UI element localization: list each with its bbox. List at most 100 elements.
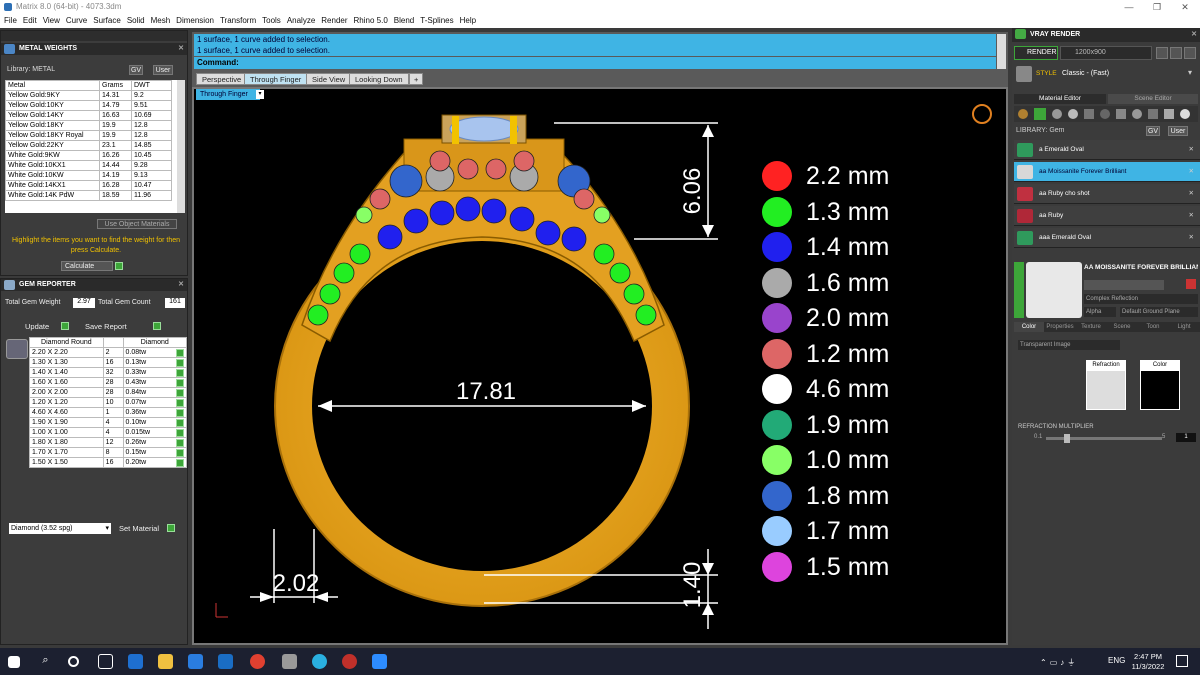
table-row[interactable]: 1.40 X 1.40 32 0.33tw [29,367,188,378]
table-row[interactable]: White Gold:10KX1 14.44 9.28 [5,160,172,171]
zoom-icon[interactable] [372,654,387,669]
row-select-icon[interactable] [176,399,184,407]
remove-icon[interactable]: ✕ [1189,184,1194,204]
table-row[interactable]: Yellow Gold:10KY 14.79 9.51 [5,100,172,111]
menu-item[interactable]: Edit [23,16,37,25]
close-icon[interactable]: ✕ [1191,28,1197,42]
menu-item[interactable]: Analyze [287,16,315,25]
table-row[interactable]: Yellow Gold:14KY 16.63 10.69 [5,110,172,121]
calculate-button[interactable]: Calculate [61,261,113,271]
minimize-button[interactable]: — [1116,0,1142,14]
table-row[interactable]: 2.00 X 2.00 28 0.84tw [29,387,188,398]
material-tools[interactable] [1084,280,1164,290]
language-indicator[interactable]: ENG [1108,656,1125,665]
menu-item[interactable]: T-Splines [420,16,453,25]
table-row[interactable]: White Gold:14KX1 16.28 10.47 [5,180,172,191]
library-item[interactable]: aa Ruby cho shot ✕ [1014,184,1200,204]
viewport[interactable]: Through Finger ▾ 6.06 17.81 2.02 1.40 2.… [192,87,1008,645]
table-row[interactable]: Yellow Gold:18KY Royal 19.9 12.8 [5,130,172,141]
table-row[interactable]: 1.30 X 1.30 16 0.13tw [29,357,188,368]
set-material-button[interactable]: Set Material [119,524,159,533]
save-report-button[interactable]: Save Report [85,322,127,331]
collapse-handle[interactable] [1014,262,1024,318]
subtab[interactable]: Scene [1107,322,1137,332]
camera-icon[interactable] [1170,47,1182,59]
skin-icon[interactable] [1164,109,1174,119]
column-header[interactable]: DWT [131,80,172,91]
material-type-select[interactable]: Complex Reflection [1084,294,1198,304]
menu-item[interactable]: Dimension [176,16,214,25]
table-row[interactable]: 1.90 X 1.90 4 0.10tw [29,417,188,428]
row-select-icon[interactable] [176,449,184,457]
row-select-icon[interactable] [176,409,184,417]
clock-date[interactable]: 11/3/2022 [1130,662,1166,671]
settings-icon[interactable] [1184,47,1196,59]
remove-icon[interactable]: ✕ [1189,162,1194,182]
close-icon[interactable]: ✕ [178,43,184,55]
save-icon[interactable] [1156,47,1168,59]
refraction-swatch[interactable] [1086,370,1126,410]
transparent-image-select[interactable]: Transparent Image [1018,340,1120,350]
paint-icon[interactable] [1116,109,1126,119]
menu-item[interactable]: Blend [394,16,414,25]
cortana-icon[interactable] [68,656,79,667]
clock-time[interactable]: 2:47 PM [1130,652,1166,661]
row-select-icon[interactable] [176,349,184,357]
row-select-icon[interactable] [176,429,184,437]
render-button[interactable]: RENDER [1014,46,1058,60]
alpha-field[interactable]: Alpha [1084,307,1116,317]
row-select-icon[interactable] [176,439,184,447]
resolution-field[interactable]: 1200x900 [1060,46,1152,60]
ring-icon[interactable] [972,104,992,124]
column-header[interactable] [102,337,124,348]
close-icon[interactable]: ✕ [178,279,184,291]
notifications-icon[interactable] [1176,655,1188,667]
glass-icon[interactable] [1132,109,1142,119]
slider-thumb[interactable] [1064,434,1070,443]
remove-icon[interactable]: ✕ [1189,206,1194,226]
update-button[interactable]: Update [25,322,49,331]
tab-material-editor[interactable]: Material Editor [1014,94,1106,104]
subtab[interactable]: Light [1169,322,1199,332]
metal-icon[interactable] [1100,109,1110,119]
set-material-go-icon[interactable] [167,524,175,532]
library-item[interactable]: aaa Emerald Oval ✕ [1014,228,1200,248]
gv-button[interactable]: GV [1146,126,1160,136]
row-select-icon[interactable] [176,419,184,427]
table-row[interactable]: 1.50 X 1.50 16 0.20tw [29,457,188,468]
color-swatch[interactable] [1140,370,1180,410]
use-object-materials-checkbox[interactable]: Use Object Materials [97,219,177,229]
metal-table-scrollbar[interactable] [177,80,185,213]
tab-through-finger[interactable]: Through Finger [244,73,308,85]
material-select[interactable]: Diamond (3.52 spg) ▾ [9,523,111,534]
row-select-icon[interactable] [176,459,184,467]
delete-icon[interactable] [1186,279,1196,289]
ground-plane-select[interactable]: Default Ground Plane [1120,307,1198,317]
close-button[interactable]: ✕ [1172,0,1198,14]
table-row[interactable]: 2.20 X 2.20 2 0.08tw [29,347,188,358]
table-row[interactable]: 1.80 X 1.80 12 0.26tw [29,437,188,448]
row-select-icon[interactable] [176,359,184,367]
texture-icon[interactable] [1084,109,1094,119]
table-row[interactable]: 1.70 X 1.70 8 0.15tw [29,447,188,458]
table-row[interactable]: 1.60 X 1.60 28 0.43tw [29,377,188,388]
windows-start-icon[interactable] [8,656,20,668]
user-button[interactable]: User [153,65,173,75]
table-row[interactable]: White Gold:10KW 14.19 9.13 [5,170,172,181]
tray-icons[interactable]: ⌃▭♪⏚ [1040,657,1100,667]
user-button[interactable]: User [1168,126,1188,136]
table-row[interactable]: White Gold:9KW 16.26 10.45 [5,150,172,161]
update-go-icon[interactable] [61,322,69,330]
command-input[interactable]: Command: [194,57,996,69]
chrome-icon[interactable] [1068,109,1078,119]
table-row[interactable]: Yellow Gold:22KY 23.1 14.85 [5,140,172,151]
tab-add[interactable]: + [409,73,424,85]
chrome-icon[interactable] [250,654,265,669]
subtab[interactable]: Toon [1138,322,1168,332]
tab-side-view[interactable]: Side View [306,73,352,85]
menu-item[interactable]: Rhino 5.0 [354,16,388,25]
restore-button[interactable]: ❐ [1144,0,1170,14]
column-header[interactable]: Diamond Round [29,337,104,348]
menu-item[interactable]: File [4,16,17,25]
menu-item[interactable]: Tools [262,16,281,25]
